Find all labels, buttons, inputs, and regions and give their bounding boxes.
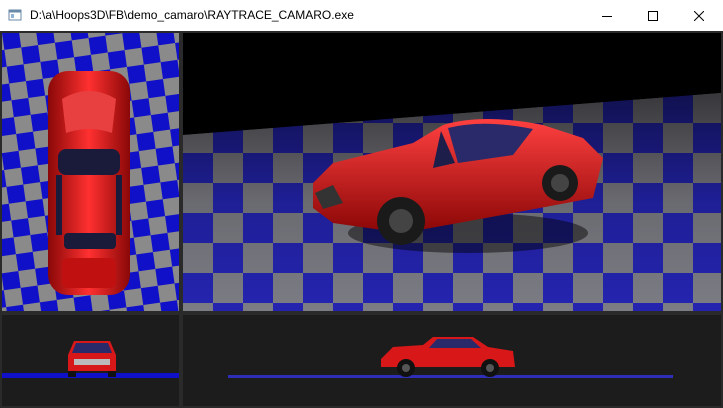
side-viewport[interactable] bbox=[181, 313, 723, 408]
car-top-view bbox=[2, 33, 179, 311]
title-bar[interactable]: D:\a\Hoops3D\FB\demo_camaro\RAYTRACE_CAM… bbox=[0, 0, 723, 32]
car-side-view bbox=[183, 315, 721, 406]
render-client-area bbox=[0, 31, 723, 408]
top-viewport[interactable] bbox=[0, 31, 181, 313]
application-window-icon bbox=[8, 9, 22, 21]
car-front-view bbox=[2, 315, 179, 406]
minimize-button[interactable] bbox=[584, 0, 630, 31]
minimize-icon bbox=[602, 15, 612, 17]
application-window: D:\a\Hoops3D\FB\demo_camaro\RAYTRACE_CAM… bbox=[0, 0, 723, 408]
maximize-icon bbox=[648, 10, 658, 21]
close-button[interactable] bbox=[676, 0, 722, 31]
window-title: D:\a\Hoops3D\FB\demo_camaro\RAYTRACE_CAM… bbox=[30, 8, 354, 22]
maximize-button[interactable] bbox=[630, 0, 676, 31]
car-perspective-view bbox=[183, 33, 721, 311]
perspective-viewport[interactable] bbox=[181, 31, 723, 313]
close-icon bbox=[694, 10, 704, 21]
front-viewport[interactable] bbox=[0, 313, 181, 408]
